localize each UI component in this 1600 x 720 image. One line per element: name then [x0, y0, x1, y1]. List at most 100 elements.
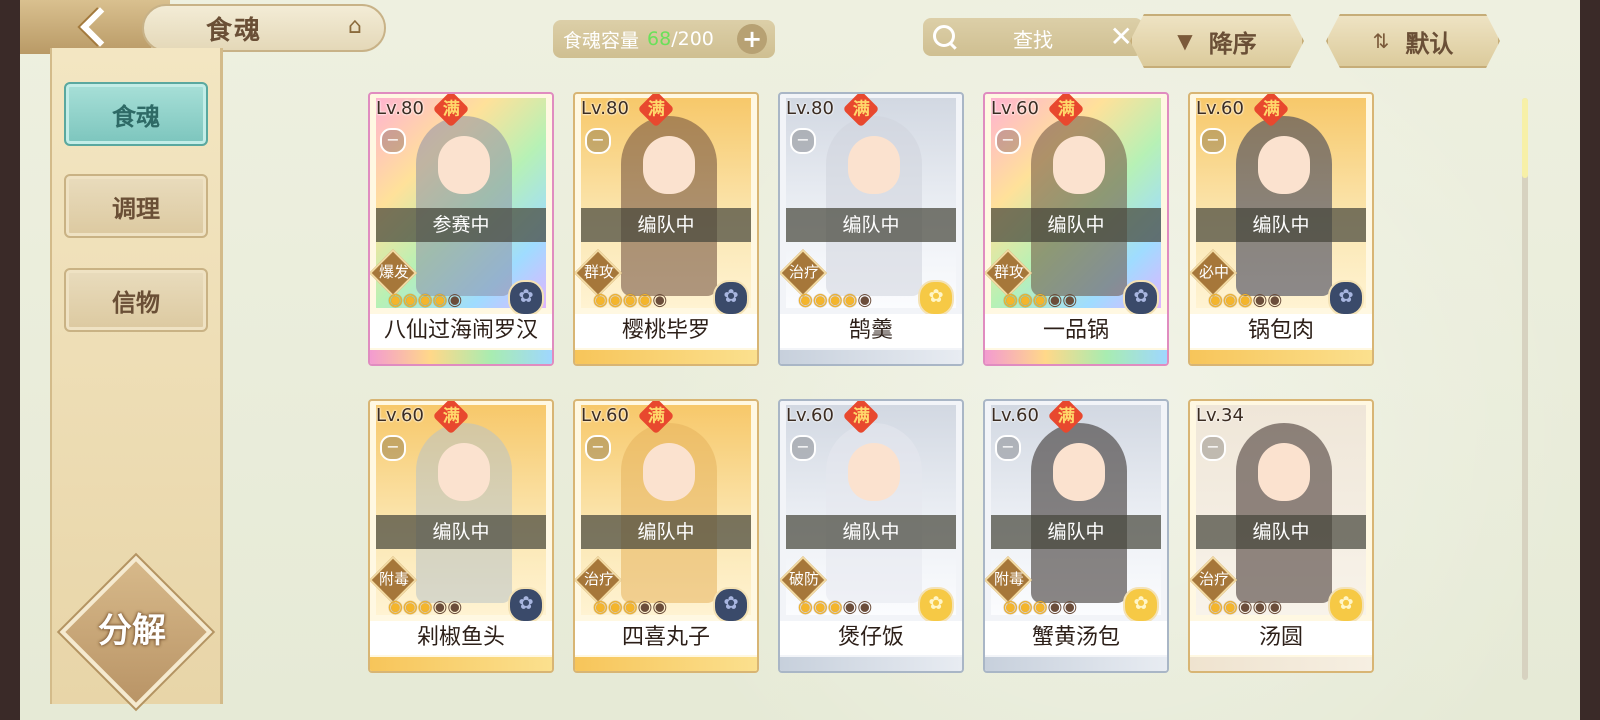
scrollbar[interactable] [1522, 98, 1528, 680]
star-icon: ◉ [1237, 597, 1253, 617]
role-badge: 破防 [780, 555, 828, 605]
card-status-banner: 编队中 [991, 515, 1161, 549]
minus-circle-icon: − [380, 435, 406, 461]
food-soul-card[interactable]: Lv.34− 编队中 治疗 ◉◉◉◉◉ ✿ 汤圆 [1188, 399, 1374, 673]
character-face [1053, 136, 1105, 194]
star-rating: ◉◉◉◉◉ [1208, 290, 1282, 310]
card-status-banner: 编队中 [1196, 208, 1366, 242]
star-icon: ◉ [1032, 597, 1048, 617]
star-icon: ◉ [857, 290, 873, 310]
expand-capacity-button[interactable]: + [737, 24, 767, 54]
character-face [848, 443, 900, 501]
sort-order-button[interactable]: ▼ 降序 [1130, 14, 1304, 68]
card-rarity-strip [370, 657, 552, 671]
star-icon: ◉ [1017, 290, 1033, 310]
sort-order-label: 降序 [1208, 29, 1257, 58]
star-icon: ◉ [827, 597, 843, 617]
star-icon: ◉ [1267, 597, 1283, 617]
title-tab: 食魂 ⌂ [142, 4, 386, 52]
card-status-banner: 编队中 [991, 208, 1161, 242]
star-icon: ◉ [388, 597, 403, 617]
card-status-banner: 编队中 [1196, 515, 1366, 549]
card-rarity-strip [985, 350, 1167, 364]
star-icon: ◉ [1222, 597, 1238, 617]
star-rating: ◉◉◉◉◉ [388, 597, 462, 617]
card-level: Lv.80 [786, 98, 834, 119]
minus-circle-icon: − [790, 435, 816, 461]
star-icon: ◉ [447, 290, 463, 310]
tab-tokens[interactable]: 信物 [64, 268, 208, 332]
max-level-text: 满 [852, 99, 870, 119]
food-soul-card[interactable]: Lv.60 满 − 编队中 附毒 ◉◉◉◉◉ ✿ 剁椒鱼头 [368, 399, 554, 673]
card-level: Lv.60 [991, 405, 1039, 426]
card-level: Lv.60 [991, 98, 1039, 119]
star-rating: ◉◉◉◉◉ [593, 597, 667, 617]
tab-food-soul[interactable]: 食魂 [64, 82, 208, 146]
max-level-text: 满 [1262, 99, 1280, 119]
food-soul-card[interactable]: Lv.60 满 − 编队中 群攻 ◉◉◉◉◉ ✿ 一品锅 [983, 92, 1169, 366]
minus-circle-icon: − [790, 128, 816, 154]
character-face [848, 136, 900, 194]
back-arrow-icon [80, 7, 120, 47]
food-soul-card[interactable]: Lv.60 满 − 编队中 治疗 ◉◉◉◉◉ ✿ 四喜丸子 [573, 399, 759, 673]
food-soul-card[interactable]: Lv.60 满 − 编队中 必中 ◉◉◉◉◉ ✿ 锅包肉 [1188, 92, 1374, 366]
card-status-banner: 编队中 [786, 208, 956, 242]
character-face [1258, 136, 1310, 194]
scrollbar-thumb[interactable] [1522, 98, 1528, 178]
star-rating: ◉◉◉◉◉ [798, 597, 872, 617]
card-rarity-strip [985, 657, 1167, 671]
card-status-banner: 编队中 [581, 208, 751, 242]
search-bar[interactable]: 查找 ✕ [923, 18, 1143, 56]
tab-conditioning[interactable]: 调理 [64, 174, 208, 238]
card-rarity-strip [780, 657, 962, 671]
star-icon: ◉ [1047, 597, 1063, 617]
clear-icon[interactable]: ✕ [1110, 20, 1133, 53]
max-level-text: 满 [1057, 99, 1075, 119]
card-rarity-strip [1190, 657, 1372, 671]
card-level: Lv.60 [786, 405, 834, 426]
star-icon: ◉ [798, 290, 813, 310]
blue-flower-icon: ✿ [508, 280, 544, 316]
star-icon: ◉ [798, 597, 813, 617]
star-icon: ◉ [607, 597, 623, 617]
sort-mode-button[interactable]: ⇅ 默认 [1326, 14, 1500, 68]
star-rating: ◉◉◉◉◉ [593, 290, 667, 310]
star-icon: ◉ [1267, 290, 1283, 310]
star-rating: ◉◉◉◉◉ [388, 290, 462, 310]
star-icon: ◉ [402, 290, 418, 310]
card-name: 四喜丸子 [575, 621, 757, 655]
max-level-text: 满 [1057, 406, 1075, 426]
blue-flower-icon: ✿ [1328, 280, 1364, 316]
max-level-text: 满 [647, 99, 665, 119]
food-soul-card[interactable]: Lv.80 满 − 编队中 治疗 ◉◉◉◉◉ ✿ 鹄羹 [778, 92, 964, 366]
caret-down-icon: ▼ [1177, 29, 1193, 53]
star-icon: ◉ [1062, 290, 1078, 310]
card-status-banner: 编队中 [786, 515, 956, 549]
star-icon: ◉ [812, 290, 828, 310]
screen: 食魂 ⌂ 食魂容量 68 /200 + 查找 ✕ ▼ 降序 ⇅ 默认 食魂 调理… [20, 0, 1580, 720]
food-soul-card[interactable]: Lv.60 满 − 编队中 破防 ◉◉◉◉◉ ✿ 煲仔饭 [778, 399, 964, 673]
minus-circle-icon: − [1200, 435, 1226, 461]
role-badge: 附毒 [370, 555, 418, 605]
food-soul-card[interactable]: Lv.60 满 − 编队中 附毒 ◉◉◉◉◉ ✿ 蟹黄汤包 [983, 399, 1169, 673]
max-level-text: 满 [442, 406, 460, 426]
card-name: 八仙过海闹罗汉 [370, 314, 552, 348]
star-rating: ◉◉◉◉◉ [1003, 290, 1077, 310]
minus-circle-icon: − [995, 435, 1021, 461]
decompose-label[interactable]: 分解 [72, 603, 192, 652]
food-soul-card[interactable]: Lv.80 满 − 编队中 群攻 ◉◉◉◉◉ ✿ 樱桃毕罗 [573, 92, 759, 366]
capacity-current: 68 [647, 28, 672, 50]
food-soul-card[interactable]: Lv.80 满 − 参赛中 爆发 ◉◉◉◉◉ ✿ 八仙过海闹罗汉 [368, 92, 554, 366]
character-face [438, 443, 490, 501]
tab-label: 食魂 [112, 102, 160, 131]
card-name: 剁椒鱼头 [370, 621, 552, 655]
role-label: 治疗 [1198, 570, 1229, 588]
star-rating: ◉◉◉◉◉ [1208, 597, 1282, 617]
role-badge: 治疗 [1190, 555, 1238, 605]
star-icon: ◉ [447, 597, 463, 617]
pavilion-icon[interactable]: ⌂ [340, 12, 370, 42]
role-label: 附毒 [378, 570, 409, 588]
blue-flower-icon: ✿ [713, 280, 749, 316]
card-level: Lv.60 [581, 405, 629, 426]
card-rarity-strip [575, 350, 757, 364]
